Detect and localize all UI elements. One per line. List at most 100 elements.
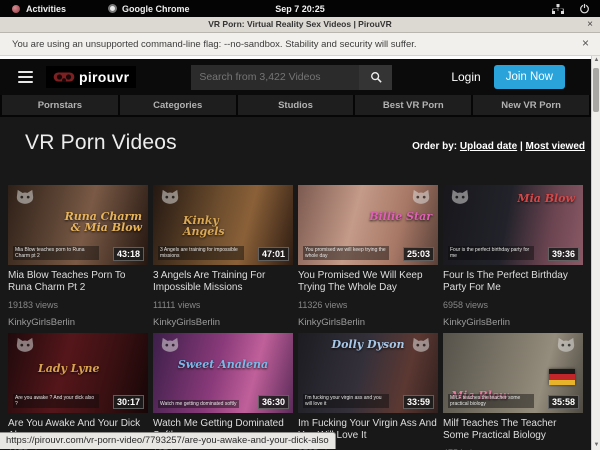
- duration-badge: 25:03: [403, 247, 434, 261]
- duration-badge: 35:58: [548, 395, 579, 409]
- video-title[interactable]: You Promised We Will Keep Trying The Who…: [298, 270, 438, 293]
- video-card: Runa Charm & Mia Blow Mia Blow teaches p…: [8, 185, 148, 328]
- video-thumb[interactable]: Billie Star You promised we will keep tr…: [298, 185, 438, 265]
- duration-badge: 30:17: [113, 395, 144, 409]
- network-icon[interactable]: [552, 4, 564, 14]
- cat-mask-icon: [14, 188, 36, 208]
- vr-headset-icon: [53, 71, 75, 83]
- search-input[interactable]: [191, 65, 359, 90]
- duration-badge: 47:01: [258, 247, 289, 261]
- thumb-overlay-name: Sweet Analena: [153, 359, 293, 370]
- thumb-caption: MILF teaches the teacher some practical …: [448, 394, 534, 408]
- thumb-caption: Mia Blow teaches porn to Runa Charm pt 2: [13, 246, 99, 260]
- thumb-caption: 3 Angels are training for impossible mis…: [158, 246, 244, 260]
- search-button[interactable]: [359, 65, 392, 90]
- order-by-most-viewed-link[interactable]: Most viewed: [526, 141, 585, 152]
- clock[interactable]: Sep 7 20:25: [0, 4, 600, 14]
- cat-mask-icon: [449, 188, 471, 208]
- browser-infobar: You are using an unsupported command-lin…: [0, 33, 600, 56]
- cat-mask-icon: [159, 336, 181, 356]
- nav-item-pornstars[interactable]: Pornstars: [2, 95, 118, 115]
- duration-badge: 33:59: [403, 395, 434, 409]
- nav-item-new-vr-porn[interactable]: New VR Porn: [473, 95, 589, 115]
- video-card: Kinky Angels 3 Angels are training for i…: [153, 185, 293, 328]
- thumb-caption: Four is the perfect birthday party for m…: [448, 246, 534, 260]
- scrollbar-thumb[interactable]: [593, 68, 599, 112]
- thumb-overlay-name: Billie Star: [369, 211, 432, 222]
- scrollbar-up-arrow[interactable]: ▲: [592, 56, 600, 65]
- video-card: Mia Blow MILF teaches the teacher some p…: [443, 333, 583, 450]
- power-icon[interactable]: [579, 3, 590, 14]
- site-logo-text: pirouvr: [79, 69, 129, 85]
- video-grid: Runa Charm & Mia Blow Mia Blow teaches p…: [8, 185, 591, 450]
- german-flag: [549, 369, 575, 385]
- nav-item-categories[interactable]: Categories: [120, 95, 236, 115]
- order-by-separator: |: [520, 141, 523, 152]
- thumb-caption: I'm fucking your virgin ass and you will…: [303, 394, 389, 408]
- site-header: pirouvr Login Join Now: [0, 59, 591, 95]
- nav-item-best-vr-porn[interactable]: Best VR Porn: [355, 95, 471, 115]
- thumb-caption: Watch me getting dominated softly: [158, 400, 239, 408]
- duration-badge: 36:30: [258, 395, 289, 409]
- page-title: VR Porn Videos: [25, 131, 177, 155]
- video-thumb[interactable]: Runa Charm & Mia Blow Mia Blow teaches p…: [8, 185, 148, 265]
- video-views: 11111 views: [153, 300, 293, 310]
- video-title[interactable]: Four Is The Perfect Birthday Party For M…: [443, 270, 583, 293]
- order-by-upload-date-link[interactable]: Upload date: [460, 141, 517, 152]
- thumb-caption: Are you awake ? And your dick also ?: [13, 394, 99, 408]
- video-thumb[interactable]: Mia Blow Four is the perfect birthday pa…: [443, 185, 583, 265]
- status-url-tooltip: https://pirouvr.com/vr-porn-video/779325…: [0, 432, 336, 449]
- video-title[interactable]: Mia Blow Teaches Porn To Runa Charm Pt 2: [8, 270, 148, 293]
- infobar-close-button[interactable]: ×: [582, 36, 589, 50]
- thumb-caption: You promised we will keep trying the who…: [303, 246, 389, 260]
- scrollbar-down-arrow[interactable]: ▼: [592, 441, 600, 450]
- browser-title-bar: VR Porn: Virtual Reality Sex Videos | Pi…: [0, 17, 600, 33]
- duration-badge: 39:36: [548, 247, 579, 261]
- video-views: 11326 views: [298, 300, 438, 310]
- site-logo[interactable]: pirouvr: [46, 66, 136, 88]
- thumb-overlay-name: Runa Charm & Mia Blow: [62, 211, 142, 233]
- infobar-message: You are using an unsupported command-lin…: [0, 39, 417, 50]
- video-studio[interactable]: KinkyGirlsBerlin: [298, 317, 438, 328]
- video-studio[interactable]: KinkyGirlsBerlin: [443, 317, 583, 328]
- window-close-button[interactable]: ×: [587, 18, 593, 32]
- system-top-bar: Activities Google Chrome Sep 7 20:25: [0, 0, 600, 17]
- video-thumb[interactable]: Lady Lyne Are you awake ? And your dick …: [8, 333, 148, 413]
- video-views: 19183 views: [8, 300, 148, 310]
- cat-mask-icon: [410, 188, 432, 208]
- video-title[interactable]: Milf Teaches The Teacher Some Practical …: [443, 418, 583, 441]
- video-thumb[interactable]: Mia Blow MILF teaches the teacher some p…: [443, 333, 583, 413]
- thumb-overlay-name: Mia Blow: [517, 193, 575, 204]
- video-views: 6958 views: [443, 300, 583, 310]
- page-head: VR Porn Videos Order by: Upload date | M…: [0, 117, 591, 185]
- hamburger-menu-icon[interactable]: [18, 71, 33, 83]
- order-by-label: Order by:: [412, 141, 457, 152]
- search-bar: [191, 65, 392, 90]
- video-card: Mia Blow Four is the perfect birthday pa…: [443, 185, 583, 328]
- video-studio[interactable]: KinkyGirlsBerlin: [8, 317, 148, 328]
- join-now-button[interactable]: Join Now: [494, 65, 565, 89]
- video-title[interactable]: 3 Angels Are Training For Impossible Mis…: [153, 270, 293, 293]
- page-viewport: pirouvr Login Join Now PornstarsCategori…: [0, 56, 591, 450]
- system-tray: [552, 3, 600, 14]
- login-link[interactable]: Login: [451, 70, 480, 84]
- screen: Activities Google Chrome Sep 7 20:25 VR …: [0, 0, 600, 450]
- video-studio[interactable]: KinkyGirlsBerlin: [153, 317, 293, 328]
- cat-mask-icon: [159, 188, 181, 208]
- duration-badge: 43:18: [113, 247, 144, 261]
- cat-mask-icon: [555, 336, 577, 356]
- browser-window-title: VR Porn: Virtual Reality Sex Videos | Pi…: [0, 19, 600, 29]
- cat-mask-icon: [14, 336, 36, 356]
- order-by-controls: Order by: Upload date | Most viewed: [412, 141, 585, 152]
- thumb-overlay-name: Kinky Angels: [183, 215, 263, 237]
- page-scrollbar[interactable]: ▲ ▼: [591, 56, 600, 450]
- nav-item-studios[interactable]: Studios: [238, 95, 354, 115]
- main-nav: PornstarsCategoriesStudiosBest VR PornNe…: [0, 95, 591, 117]
- thumb-overlay-name: Dolly Dyson: [298, 339, 438, 350]
- search-icon: [370, 71, 382, 83]
- video-thumb[interactable]: Dolly Dyson I'm fucking your virgin ass …: [298, 333, 438, 413]
- video-card: Billie Star You promised we will keep tr…: [298, 185, 438, 328]
- video-thumb[interactable]: Kinky Angels 3 Angels are training for i…: [153, 185, 293, 265]
- video-thumb[interactable]: Sweet Analena Watch me getting dominated…: [153, 333, 293, 413]
- thumb-overlay-name: Lady Lyne: [38, 363, 100, 374]
